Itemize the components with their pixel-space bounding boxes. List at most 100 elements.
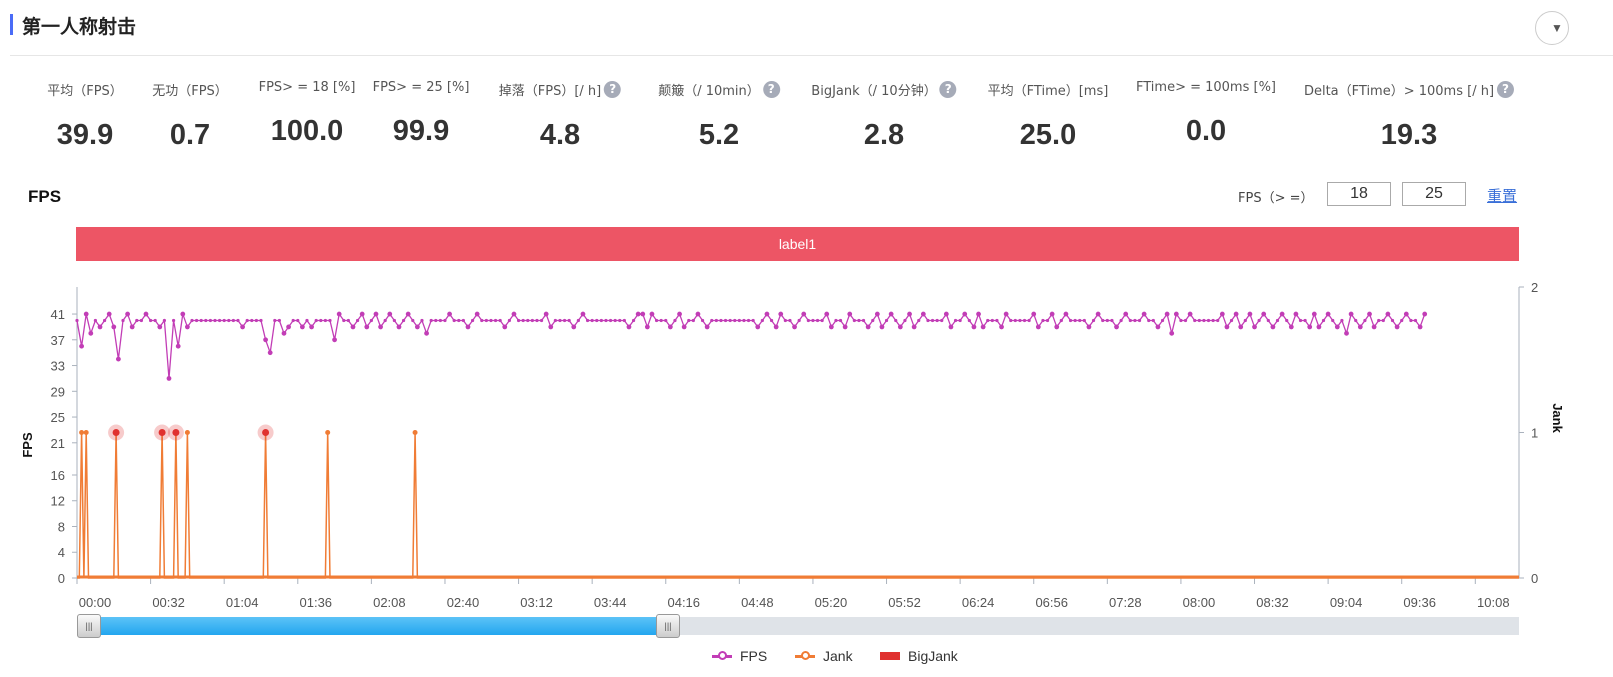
fps-point (995, 318, 999, 323)
fps-point (558, 318, 562, 323)
fps-point (502, 324, 508, 330)
fps-point (755, 324, 761, 330)
fps-point (811, 318, 815, 323)
fps-point (958, 318, 962, 323)
fps-point (1394, 324, 1400, 330)
fps-point (640, 311, 646, 317)
jank-point (184, 430, 190, 435)
fps-point (695, 311, 701, 317)
fps-point (1045, 318, 1050, 323)
fps-point (1363, 318, 1367, 323)
fps-point (378, 324, 383, 330)
fps-point (346, 318, 350, 323)
fps-point (1179, 318, 1183, 323)
fps-point (783, 318, 787, 323)
fps-point (323, 318, 327, 323)
fps-point (1270, 324, 1276, 330)
y-tick-label: 33 (51, 359, 65, 374)
legend-item-bigjank[interactable]: BigJank (880, 648, 958, 664)
fps-point (719, 318, 723, 323)
fps-point (1285, 318, 1289, 323)
fps-point (751, 318, 755, 323)
fps-point (139, 318, 143, 323)
fps-point (576, 318, 580, 323)
fps-point (434, 318, 438, 323)
fps-point (236, 318, 240, 323)
fps-point (359, 311, 365, 317)
fps-point (1417, 324, 1423, 330)
fps-point (213, 318, 217, 323)
fps-point (911, 324, 917, 330)
fps-point (930, 318, 935, 323)
fps-point (452, 318, 456, 323)
x-tick-label: 09:36 (1403, 595, 1436, 610)
fps-point (742, 318, 746, 323)
x-tick-label: 06:56 (1035, 595, 1068, 610)
fps-point (1257, 318, 1261, 323)
slider-end-handle[interactable]: ||| (656, 614, 680, 638)
fps-point (328, 318, 332, 323)
slider-start-handle[interactable]: ||| (77, 614, 101, 638)
fps-point (1381, 318, 1385, 323)
y-right-tick-label: 2 (1531, 280, 1538, 295)
fps-point (1288, 324, 1294, 330)
fps-point (115, 356, 121, 362)
x-tick-label: 08:00 (1183, 595, 1216, 610)
fps-point (88, 330, 94, 336)
fps-point (723, 318, 728, 323)
legend: FPS Jank BigJank (0, 645, 1613, 677)
fps-point (387, 311, 393, 317)
fps-point (1068, 318, 1073, 323)
fps-point (1078, 318, 1082, 323)
fps-point (1348, 311, 1354, 317)
fps-point (861, 318, 866, 323)
fps-point (1279, 311, 1285, 317)
fps-point (857, 318, 861, 323)
fps-point (567, 318, 571, 323)
legend-item-jank[interactable]: Jank (795, 648, 853, 664)
fps-point (760, 318, 764, 323)
fps-point (526, 318, 530, 323)
fps-point (797, 318, 801, 323)
fps-point (1266, 318, 1270, 323)
fps-point (764, 311, 770, 317)
fps-point (364, 324, 370, 330)
fps-point (962, 311, 968, 317)
fps-point (659, 318, 663, 323)
y-tick-label: 4 (58, 545, 65, 560)
fps-point (1422, 311, 1428, 317)
bigjank-point (262, 429, 270, 436)
fps-point (1354, 318, 1358, 323)
fps-point (1413, 318, 1418, 323)
y-tick-label: 41 (51, 307, 65, 322)
fps-point (217, 318, 222, 323)
fps-point (879, 324, 885, 330)
fps-point (148, 318, 153, 323)
fps-point (746, 318, 751, 323)
fps-point (373, 311, 379, 317)
x-tick-label: 05:20 (815, 595, 848, 610)
fps-point (1110, 318, 1114, 323)
fps-point (1031, 311, 1037, 317)
x-tick-label: 09:04 (1330, 595, 1363, 610)
fps-point (907, 311, 912, 317)
fps-point (626, 324, 632, 330)
fps-point (250, 318, 254, 323)
fps-point (1298, 318, 1303, 323)
legend-item-fps[interactable]: FPS (712, 648, 767, 664)
fps-point (204, 318, 208, 323)
fps-point (714, 318, 718, 323)
range-slider[interactable]: ||| ||| (77, 614, 1519, 638)
fps-point (106, 311, 112, 317)
y-right-tick-label: 0 (1531, 571, 1538, 586)
fps-point (1147, 318, 1151, 323)
fps-point (667, 324, 673, 330)
fps-point (691, 318, 695, 323)
fps-point (1086, 324, 1092, 330)
fps-point (673, 318, 677, 323)
jank-point (412, 430, 418, 435)
fps-point (820, 318, 824, 323)
fps-point (1054, 324, 1060, 330)
fps-point (480, 318, 484, 323)
slider-selected-range[interactable] (87, 617, 668, 635)
